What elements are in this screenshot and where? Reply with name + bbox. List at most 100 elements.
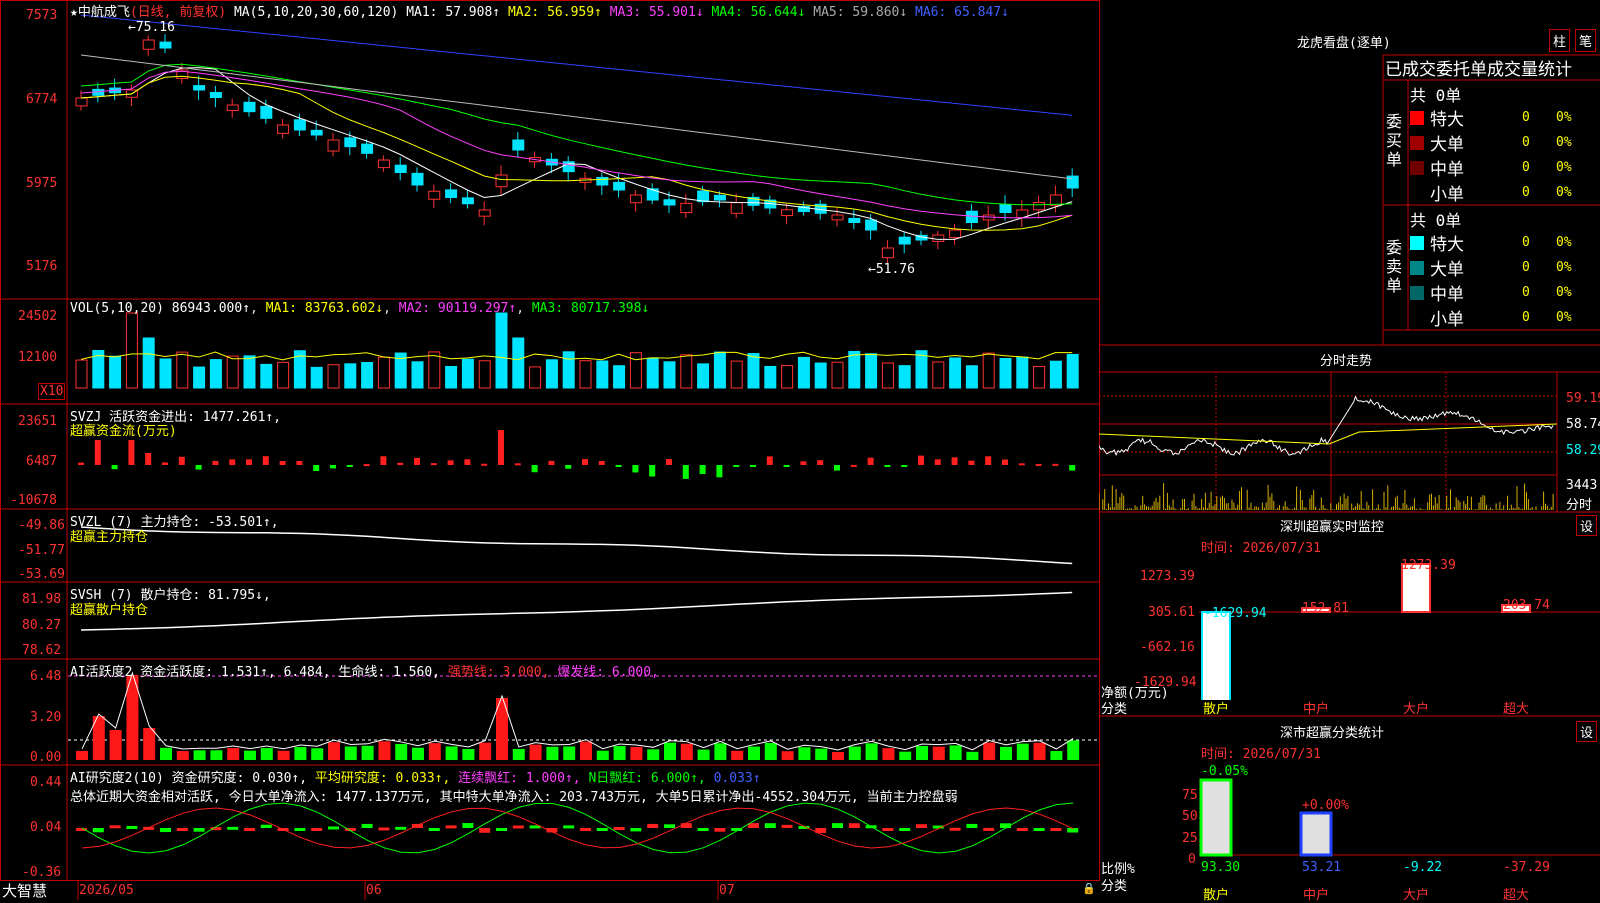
volume-bar: [344, 363, 357, 389]
volume-bar: [646, 357, 659, 389]
lock-icon[interactable]: 🔒: [1082, 882, 1096, 895]
fund-flow-bar: [817, 460, 824, 465]
volume-bar: [545, 359, 558, 389]
activity-bar: [311, 748, 324, 760]
ma2-value: 56.959↑: [547, 5, 602, 20]
monitor-category: 中户: [1303, 702, 1330, 717]
research-bar: [126, 826, 138, 830]
activity-bar: [932, 746, 945, 760]
star-icon[interactable]: ★: [70, 5, 78, 20]
intraday-vol-unit: 分时: [1566, 498, 1593, 513]
fund-flow-bar: [195, 465, 202, 470]
candle: [445, 189, 458, 198]
brand-logo[interactable]: 大智慧: [2, 880, 47, 901]
buy-row: 中单 0 0%: [1410, 155, 1600, 180]
fund-flow-bar: [582, 459, 588, 465]
monitor-settings-button[interactable]: 设: [1576, 515, 1598, 536]
activity-bar: [731, 750, 744, 760]
chart-mode[interactable]: (日线, 前复权): [130, 5, 226, 20]
activity-bar: [781, 751, 794, 760]
fund-flow-bar: [666, 459, 672, 465]
research-bar: [227, 826, 239, 830]
candle: [730, 202, 743, 214]
candle: [629, 194, 642, 204]
activity-bar: [1050, 750, 1063, 760]
color-swatch: [1410, 260, 1424, 275]
tick-view-button[interactable]: 笔: [1575, 29, 1597, 52]
research-bar: [983, 827, 995, 831]
candle: [865, 219, 878, 231]
ai2-tick: 0.04: [30, 820, 62, 835]
volume-bar: [109, 355, 122, 389]
kline-chart[interactable]: [68, 0, 1098, 880]
candle: [377, 159, 390, 169]
research-bar: [949, 827, 961, 831]
research-bar: [1050, 828, 1062, 831]
ai2-legend: AI研究度2(10) 资金研究度: 0.030↑, 平均研究度: 0.033↑,…: [70, 771, 761, 786]
fund-flow-bar: [615, 465, 622, 467]
vol-tick: 24502: [18, 309, 58, 324]
candle: [428, 190, 441, 200]
ai2-summary: 总体近期大资金相对活跃, 今日大单净流入: 1477.137万元, 其中特大单净…: [70, 790, 958, 805]
research-bar: [260, 824, 272, 828]
vol-legend: VOL(5,10,20) 86943.000↑, MA1: 83763.602↓…: [70, 301, 650, 316]
fund-flow-bar: [884, 465, 891, 467]
fund-flow-bar: [733, 465, 740, 467]
volume-bar: [428, 351, 441, 389]
activity-bar: [680, 743, 693, 760]
intraday-chart[interactable]: [1099, 372, 1557, 512]
fund-flow-bar: [632, 465, 639, 473]
candle: [495, 174, 508, 188]
svzl-tick: -53.69: [18, 567, 65, 582]
candle: [881, 247, 894, 259]
volume-bar: [361, 362, 374, 389]
classify-value: 53.21: [1302, 860, 1342, 875]
monitor-time: 时间: 2026/07/31: [1201, 541, 1321, 556]
activity-bar: [1067, 740, 1080, 760]
fund-flow-bar: [212, 460, 219, 465]
vol-unit-badge[interactable]: X10: [38, 383, 66, 400]
candle: [512, 139, 525, 151]
fund-flow-bar: [716, 465, 723, 478]
activity-bar: [193, 750, 206, 760]
classify-value: -37.29: [1503, 860, 1550, 875]
activity-bar: [865, 743, 878, 760]
fund-flow-bar: [934, 459, 941, 465]
activity-bar: [328, 742, 340, 760]
x-tick: 06: [366, 883, 382, 898]
volume-bar: [814, 362, 827, 389]
fund-flow-bar: [363, 464, 370, 467]
monitor-bar-label: 203.74: [1503, 598, 1550, 613]
activity-bar: [378, 741, 391, 760]
fund-flow-bar: [145, 453, 152, 465]
research-bar: [916, 824, 927, 828]
volume-bar: [865, 353, 878, 389]
research-bar: [311, 828, 323, 831]
fund-flow-bar: [985, 456, 992, 465]
monitor-title: 深圳超赢实时监控: [1280, 520, 1385, 535]
monitor-bar-label: -1629.94: [1204, 606, 1267, 621]
volume-bar: [797, 356, 810, 389]
fund-flow-bar: [1052, 463, 1059, 466]
candle: [293, 119, 306, 131]
volume-bar: [764, 365, 777, 389]
ma4-line: [80, 63, 1073, 206]
vol-tick: 12100: [18, 350, 58, 365]
activity-bar: [664, 742, 676, 760]
monitor-bar-label: 152.81: [1302, 601, 1349, 616]
candle: [411, 172, 424, 186]
research-bar: [496, 828, 507, 831]
classify-top-label: +0.00%: [1302, 798, 1349, 813]
classify-settings-button[interactable]: 设: [1576, 721, 1598, 742]
research-bar: [596, 828, 608, 831]
research-bar: [1033, 828, 1045, 831]
price-tick: 7573: [26, 8, 58, 23]
activity-bar: [563, 746, 576, 760]
ai1-tick: 6.48: [30, 669, 62, 684]
volume-bar: [193, 366, 206, 389]
research-bar: [714, 828, 726, 832]
bar-view-button[interactable]: 柱: [1549, 29, 1571, 52]
stock-name[interactable]: 中航成飞: [78, 5, 130, 20]
activity-bar: [848, 746, 861, 760]
activity-bar: [596, 750, 609, 760]
